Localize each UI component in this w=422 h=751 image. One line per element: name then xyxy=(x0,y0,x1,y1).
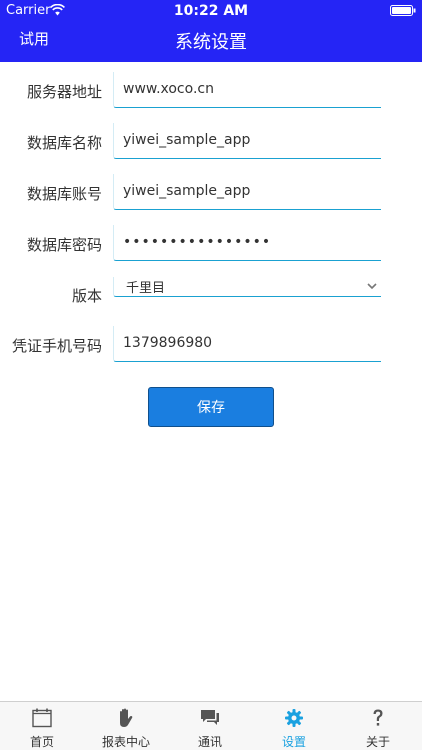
calendar-icon xyxy=(32,708,52,728)
server-address-field-box xyxy=(113,72,381,108)
save-button[interactable]: 保存 xyxy=(148,387,274,427)
tab-home[interactable]: 首页 xyxy=(0,702,84,751)
gear-icon xyxy=(285,709,303,727)
db-password-input[interactable] xyxy=(123,225,373,259)
db-password-field-box xyxy=(113,225,381,261)
tab-about-label: 关于 xyxy=(365,735,390,749)
db-password-label: 数据库密码 xyxy=(26,236,102,254)
server-address-row: 服务器地址 xyxy=(0,72,422,112)
page-title: 系统设置 xyxy=(175,32,247,53)
tab-home-label: 首页 xyxy=(29,735,54,749)
db-account-input[interactable] xyxy=(123,174,373,208)
tab-reports[interactable]: 报表中心 xyxy=(84,702,168,751)
db-account-field-box xyxy=(113,174,381,210)
db-password-row: 数据库密码 xyxy=(0,225,422,265)
tab-messages[interactable]: 通讯 xyxy=(168,702,252,751)
server-address-input[interactable] xyxy=(123,72,373,106)
version-select[interactable]: 千里目 xyxy=(113,277,381,297)
chat-bubbles-icon xyxy=(201,710,219,725)
battery-icon xyxy=(390,5,416,16)
version-label: 版本 xyxy=(71,287,102,305)
phone-field-box xyxy=(113,326,381,362)
db-name-label: 数据库名称 xyxy=(26,134,102,152)
db-name-field-box xyxy=(113,123,381,159)
db-account-row: 数据库账号 xyxy=(0,174,422,214)
phone-label: 凭证手机号码 xyxy=(11,337,102,355)
phone-input[interactable] xyxy=(123,326,373,360)
db-account-label: 数据库账号 xyxy=(26,185,102,203)
tab-messages-label: 通讯 xyxy=(197,735,222,749)
chevron-down-icon xyxy=(367,283,377,290)
tab-about[interactable]: 关于 xyxy=(336,702,420,751)
tab-settings-label: 设置 xyxy=(281,735,306,749)
version-selected-value: 千里目 xyxy=(126,281,166,296)
server-address-label: 服务器地址 xyxy=(26,83,102,101)
version-row: 版本 千里目 xyxy=(0,277,422,317)
db-name-input[interactable] xyxy=(123,123,373,157)
tab-reports-label: 报表中心 xyxy=(101,735,150,749)
status-time: 10:22 AM xyxy=(173,3,249,19)
db-name-row: 数据库名称 xyxy=(0,123,422,163)
hand-icon xyxy=(120,708,133,727)
tab-bar: 首页 报表中心 通讯 设置 关于 xyxy=(0,701,422,750)
phone-row: 凭证手机号码 xyxy=(0,326,422,366)
question-mark-icon xyxy=(373,709,383,726)
navigation-header: Carrier 10:22 AM 试用 系统设置 xyxy=(0,0,422,62)
tab-settings[interactable]: 设置 xyxy=(252,702,336,751)
